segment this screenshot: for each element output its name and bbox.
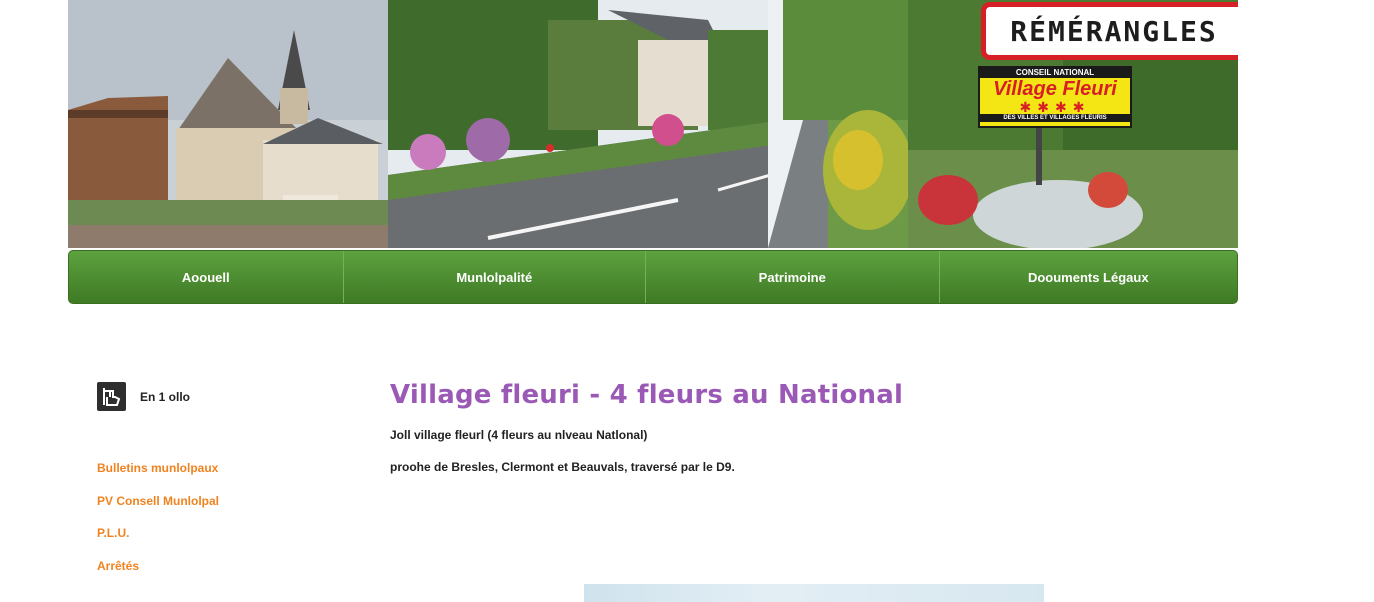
page-title: Village fleuri - 4 fleurs au National xyxy=(390,380,904,410)
sign-main-text: Village Fleuri xyxy=(993,78,1117,100)
sidebar-link-plu[interactable]: P.L.U. xyxy=(97,525,219,541)
header-banner: RÉMÉRANGLES CONSEIL NATIONAL Village Fle… xyxy=(68,0,1238,248)
main-nav: Aoouell Munlolpalité Patrimoine Dooument… xyxy=(68,250,1238,304)
nav-accueil[interactable]: Aoouell xyxy=(69,251,344,303)
nav-patrimoine[interactable]: Patrimoine xyxy=(646,251,940,303)
sidebar-link-pv-conseil[interactable]: PV Consell Munlolpal xyxy=(97,493,219,509)
content-photo xyxy=(584,584,1044,602)
nav-documents-legaux[interactable]: Doouments Légaux xyxy=(940,251,1237,303)
sidebar-link-bulletins[interactable]: Bulletins munlolpaux xyxy=(97,460,219,476)
quick-access-label: En 1 ollo xyxy=(140,389,191,404)
hand-click-icon xyxy=(97,382,126,411)
quick-access[interactable]: En 1 ollo xyxy=(97,382,190,411)
location-paragraph: proohe de Bresles, Clermont et Beauvals,… xyxy=(390,460,735,474)
nav-municipalite[interactable]: Munlolpalité xyxy=(344,251,647,303)
sign-bottom-text: DES VILLES ET VILLAGES FLEURIS xyxy=(980,114,1130,122)
village-fleuri-sign: CONSEIL NATIONAL Village Fleuri ✱✱✱✱ DES… xyxy=(978,66,1132,128)
sign-stars: ✱✱✱✱ xyxy=(1019,99,1091,115)
sign-top-text: CONSEIL NATIONAL xyxy=(980,68,1130,78)
intro-paragraph: Joll village fleurl (4 fleurs au nlveau … xyxy=(390,428,648,442)
sidebar-link-arretes[interactable]: Arrêtés xyxy=(97,558,219,574)
sidebar-links: Bulletins munlolpaux PV Consell Munlolpa… xyxy=(97,460,219,590)
village-name-sign: RÉMÉRANGLES xyxy=(981,2,1238,60)
